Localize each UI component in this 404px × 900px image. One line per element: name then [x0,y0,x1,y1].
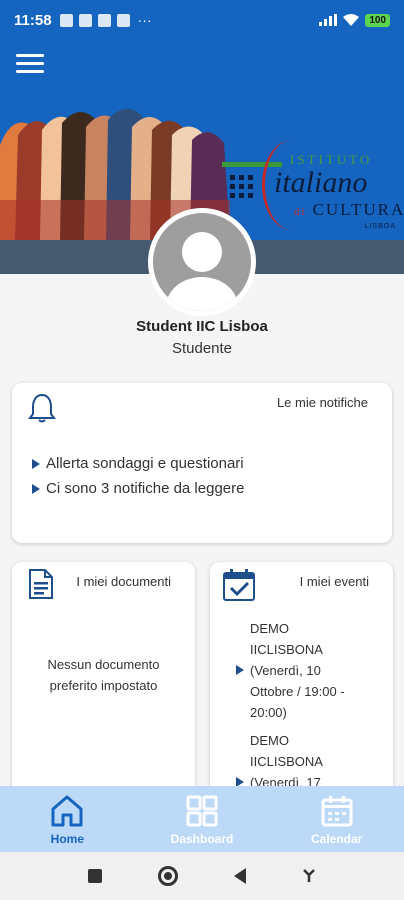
status-bar: 11:58 ··· 100 [0,0,404,40]
notifications-title: Le mie notifiche [276,395,368,410]
event-item[interactable]: DEMO IICLISBONA (Venerdì, 17 [236,730,370,793]
nav-dashboard[interactable]: Dashboard [135,786,270,852]
more-icon: ··· [137,12,152,28]
nav-calendar[interactable]: Calendar [269,786,404,852]
document-icon [29,569,53,599]
wifi-icon [343,14,360,26]
nav-home[interactable]: Home [0,786,135,852]
signal-icon [319,14,338,26]
bell-icon [28,393,56,423]
system-navigation-bar [0,852,404,900]
user-role: Studente [171,340,233,357]
calendar-check-icon [223,569,255,601]
user-name: Student IIC Lisboa [136,318,268,335]
notification-item[interactable]: Ci sono 3 notifiche da leggere [32,480,244,497]
calendar-icon [321,796,353,827]
collapse-icon[interactable] [302,868,316,884]
event-item[interactable]: DEMO IICLISBONA (Venerdì, 10 Ottobre / 1… [236,618,370,723]
home-icon [51,795,83,827]
status-time: 11:58 [14,11,52,29]
documents-empty-text: Nessun documento preferito impostato [47,657,160,693]
bottom-navigation: Home Dashboard Calendar [0,786,404,852]
notifications-card[interactable]: Le mie notifiche Allerta sondaggi e ques… [12,383,392,543]
events-card[interactable]: I miei eventi DEMO IICLISBONA (Venerdì, … [210,562,393,822]
avatar[interactable] [148,208,256,316]
home-system-icon[interactable] [158,866,178,886]
notification-icons [59,13,130,27]
events-title: I miei eventi [299,574,369,589]
menu-icon[interactable] [16,54,44,74]
arrow-right-icon [32,458,40,469]
documents-card[interactable]: I miei documenti Nessun documento prefer… [12,562,195,822]
documents-title: I miei documenti [76,574,171,589]
arrow-right-icon [236,665,244,675]
recents-icon[interactable] [88,869,102,883]
back-icon[interactable] [234,868,246,884]
notification-item[interactable]: Allerta sondaggi e questionari [32,455,244,472]
iic-logo: ISTITUTO italiano di CULTURA LISBOA [222,140,404,235]
arrow-right-icon [32,483,40,494]
battery-icon: 100 [365,13,390,27]
dashboard-icon [186,795,218,827]
